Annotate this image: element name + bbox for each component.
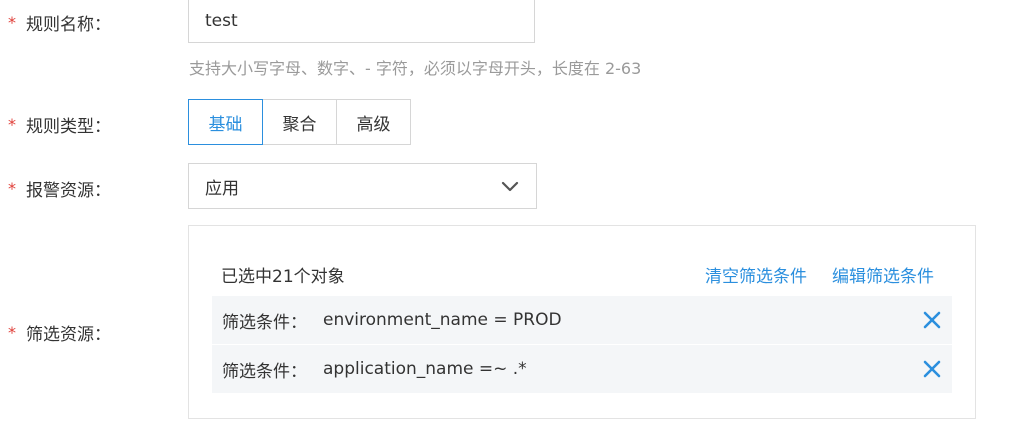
rule-type-segmented: 基础 聚合 高级 — [188, 99, 411, 145]
rule-name-label-text: 规则名称： — [26, 15, 111, 35]
required-mark: * — [8, 115, 16, 134]
filter-condition-label: 筛选条件： — [222, 312, 307, 333]
rule-type-option-basic[interactable]: 基础 — [188, 99, 263, 145]
rule-type-label-text: 规则类型： — [26, 117, 111, 137]
rule-name-input[interactable]: test — [188, 0, 535, 43]
filter-resource-label: * 筛选资源： — [8, 320, 111, 345]
required-mark: * — [8, 179, 16, 198]
alert-resource-select[interactable]: 应用 — [188, 163, 537, 209]
rule-name-label: * 规则名称： — [8, 10, 111, 35]
filter-condition-expression: environment_name = PROD — [323, 310, 562, 330]
filter-condition-row: 筛选条件： application_name =~ .* — [212, 345, 952, 393]
alert-resource-selected: 应用 — [205, 178, 239, 199]
clear-filters-link[interactable]: 清空筛选条件 — [705, 262, 807, 287]
filter-panel: 已选中21个对象 清空筛选条件 编辑筛选条件 筛选条件： environment… — [188, 225, 976, 419]
close-icon[interactable] — [922, 310, 942, 330]
rule-type-label: * 规则类型： — [8, 112, 111, 137]
chevron-down-icon — [501, 181, 519, 192]
filter-condition-label: 筛选条件： — [222, 361, 307, 382]
alert-resource-label-text: 报警资源： — [26, 181, 111, 201]
rule-type-option-aggregate[interactable]: 聚合 — [262, 99, 337, 145]
required-mark: * — [8, 13, 16, 32]
rule-type-option-advanced[interactable]: 高级 — [336, 99, 411, 145]
selected-count: 已选中21个对象 — [221, 267, 345, 287]
required-mark: * — [8, 323, 16, 342]
rule-name-hint: 支持大小写字母、数字、- 字符，必须以字母开头，长度在 2-63 — [189, 59, 642, 78]
filter-condition-row: 筛选条件： environment_name = PROD — [212, 296, 952, 344]
filter-condition-expression: application_name =~ .* — [323, 359, 527, 379]
edit-filters-link[interactable]: 编辑筛选条件 — [832, 262, 934, 287]
close-icon[interactable] — [922, 359, 942, 379]
alert-resource-label: * 报警资源： — [8, 176, 111, 201]
filter-resource-label-text: 筛选资源： — [26, 325, 111, 345]
